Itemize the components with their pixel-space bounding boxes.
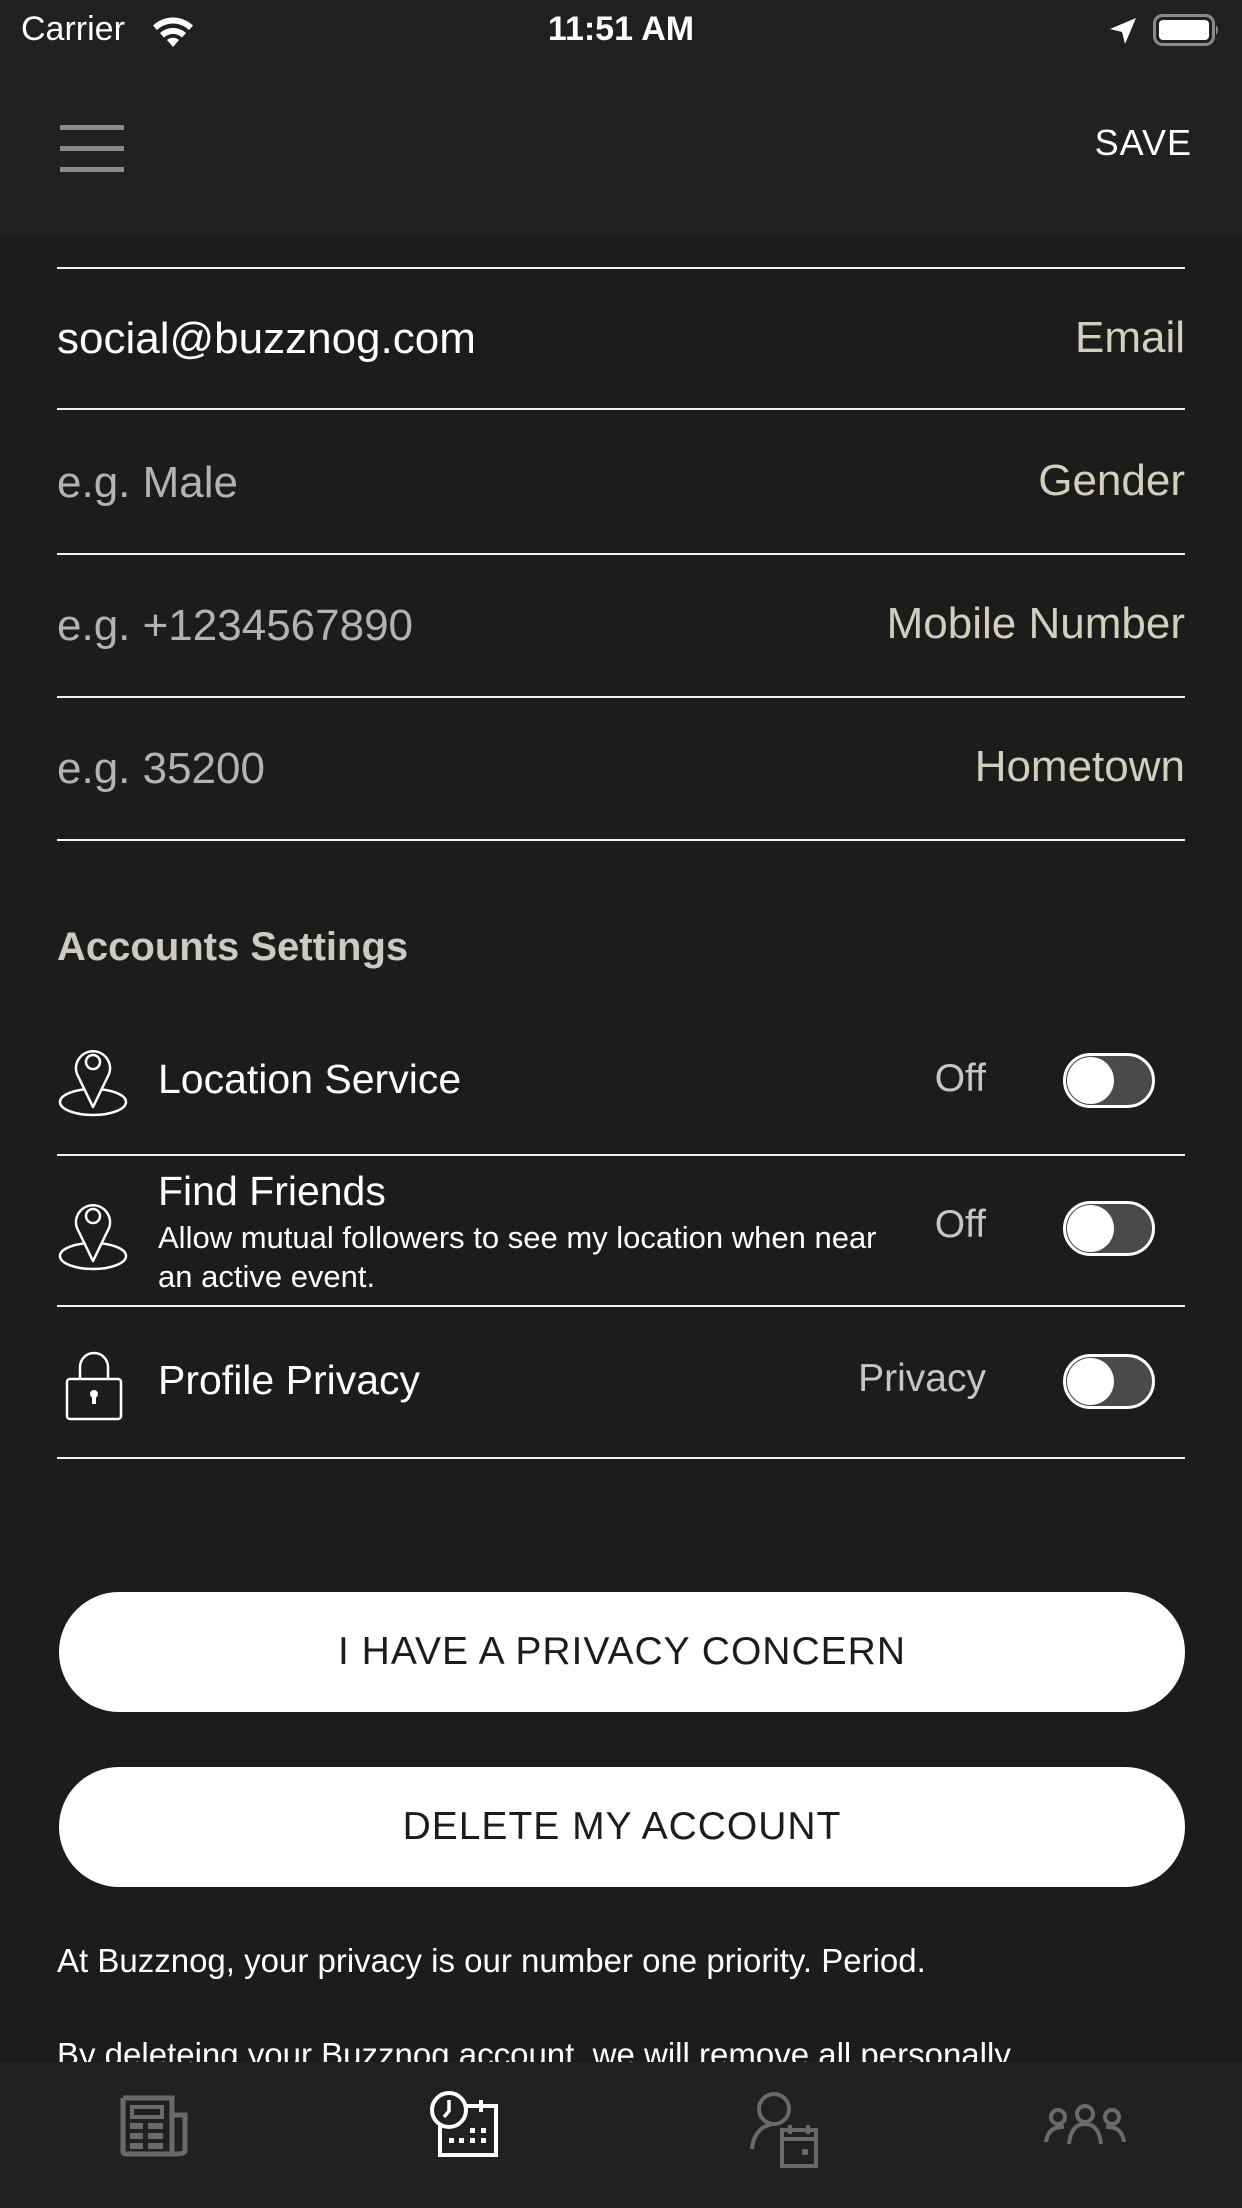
setting-title: Location Service <box>158 1056 462 1102</box>
tab-events[interactable] <box>310 2062 620 2208</box>
hamburger-menu-icon[interactable] <box>58 120 126 180</box>
user-calendar-icon <box>750 2092 818 2168</box>
battery-icon <box>1153 14 1218 46</box>
group-icon <box>1044 2104 1126 2145</box>
tab-news[interactable] <box>0 2062 310 2208</box>
save-button[interactable]: SAVE <box>1095 122 1192 164</box>
mobile-number-label: Mobile Number <box>886 599 1185 648</box>
gender-label: Gender <box>1038 456 1185 505</box>
hometown-input[interactable] <box>57 698 757 839</box>
lock-icon <box>65 1351 123 1421</box>
email-field-row: Email <box>57 267 1185 410</box>
tab-friends[interactable] <box>932 2062 1242 2208</box>
setting-row-profile-privacy: Profile Privacy Privacy <box>57 1307 1185 1459</box>
email-label: Email <box>1074 313 1185 362</box>
setting-title: Find Friends <box>158 1168 386 1214</box>
setting-description: Allow mutual followers to see my locatio… <box>158 1220 877 1294</box>
tab-bar <box>0 2062 1242 2208</box>
location-service-toggle[interactable] <box>1063 1053 1155 1108</box>
mobile-number-field-row: Mobile Number <box>57 555 1185 698</box>
gender-input[interactable] <box>57 412 757 553</box>
toggle-knob <box>1067 1358 1114 1405</box>
setting-state-label: Privacy <box>858 1357 986 1400</box>
hometown-field-row: Hometown <box>57 698 1185 841</box>
tab-my-events[interactable] <box>620 2062 930 2208</box>
location-pin-icon <box>58 1050 128 1117</box>
status-bar: Carrier 11:51 AM <box>0 0 1242 62</box>
location-pin-icon <box>58 1204 128 1271</box>
hometown-label: Hometown <box>974 742 1185 791</box>
profile-privacy-toggle[interactable] <box>1063 1354 1155 1409</box>
accounts-settings-heading: Accounts Settings <box>57 925 409 969</box>
email-input[interactable] <box>57 269 757 408</box>
setting-row-location-service: Location Service Off <box>57 1010 1185 1156</box>
delete-account-button[interactable]: DELETE MY ACCOUNT <box>59 1767 1185 1887</box>
privacy-statement: At Buzznog, your privacy is our number o… <box>57 1942 926 1979</box>
menu-line <box>60 146 124 151</box>
calendar-clock-icon <box>430 2091 498 2157</box>
toggle-knob <box>1067 1057 1114 1104</box>
clock: 11:51 AM <box>547 10 695 48</box>
toggle-knob <box>1067 1205 1114 1252</box>
setting-state-label: Off <box>934 1203 986 1246</box>
nav-header: SAVE <box>0 62 1242 238</box>
setting-title: Profile Privacy <box>158 1357 421 1403</box>
mobile-number-input[interactable] <box>57 555 757 696</box>
location-arrow-icon <box>1110 18 1136 44</box>
menu-line <box>60 125 124 130</box>
setting-state-label: Off <box>934 1057 986 1100</box>
menu-line <box>60 167 124 172</box>
find-friends-toggle[interactable] <box>1063 1201 1155 1256</box>
setting-row-find-friends: Find Friends Allow mutual followers to s… <box>57 1156 1185 1307</box>
gender-field-row: Gender <box>57 412 1185 555</box>
newspaper-icon <box>120 2095 188 2157</box>
privacy-concern-button[interactable]: I HAVE A PRIVACY CONCERN <box>59 1592 1185 1712</box>
